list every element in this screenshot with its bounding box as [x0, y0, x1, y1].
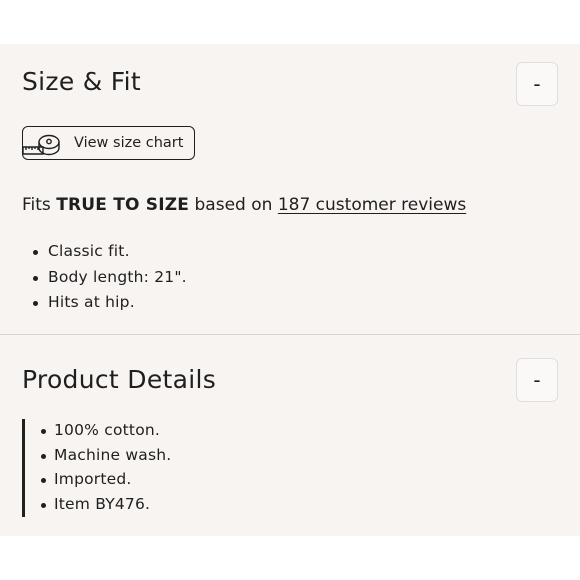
section-divider	[0, 334, 580, 335]
product-details-title: Product Details	[22, 365, 217, 394]
customer-reviews-link[interactable]: 187 customer reviews	[278, 195, 466, 215]
fit-summary: Fits TRUE TO SIZE based on 187 customer …	[22, 195, 466, 215]
fit-middle: based on	[194, 195, 273, 215]
product-info-panel: Size & Fit - View size chart Fits TRUE T…	[0, 44, 580, 536]
list-item: Imported.	[22, 469, 171, 494]
list-item: Hits at hip.	[22, 292, 187, 318]
list-item: 100% cotton.	[22, 420, 171, 445]
size-fit-collapse-button[interactable]: -	[516, 62, 558, 106]
list-item: Machine wash.	[22, 445, 171, 470]
measuring-tape-icon	[21, 130, 63, 162]
fit-bullet-list: Classic fit. Body length: 21". Hits at h…	[22, 241, 187, 318]
list-item: Body length: 21".	[22, 267, 187, 293]
list-item: Item BY476.	[22, 494, 171, 519]
fit-value: TRUE TO SIZE	[56, 195, 190, 215]
list-item: Classic fit.	[22, 241, 187, 267]
fit-prefix: Fits	[22, 195, 51, 215]
product-details-list: 100% cotton. Machine wash. Imported. Ite…	[22, 420, 171, 518]
view-size-chart-label: View size chart	[74, 135, 184, 151]
product-details-collapse-button[interactable]: -	[516, 358, 558, 402]
size-fit-title: Size & Fit	[22, 67, 142, 96]
view-size-chart-button[interactable]: View size chart	[22, 126, 195, 160]
